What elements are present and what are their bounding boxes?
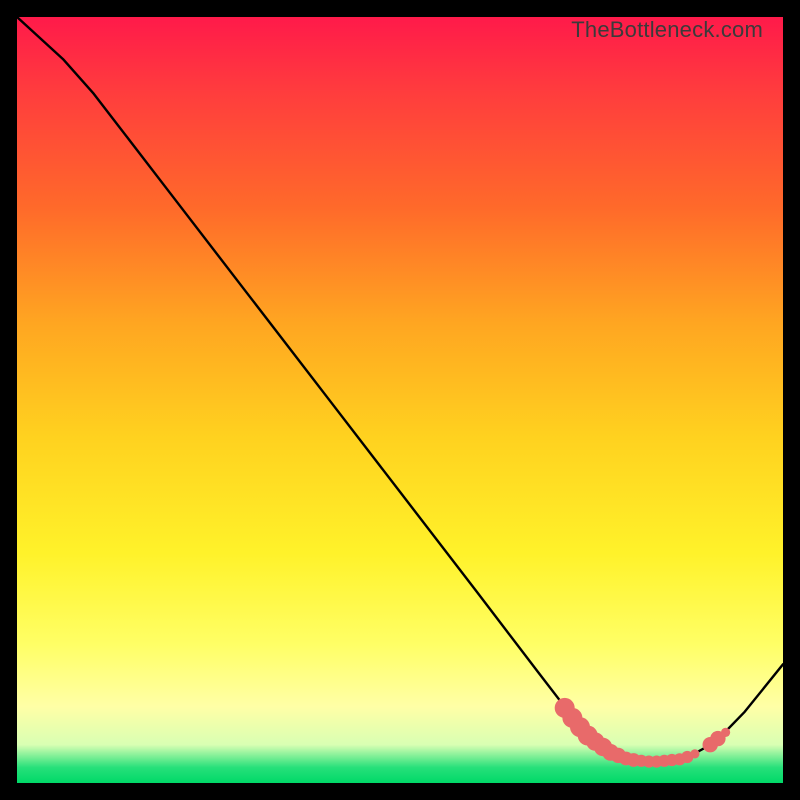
chart-frame: TheBottleneck.com [0, 0, 800, 800]
bottleneck-curve [17, 17, 783, 762]
valley-marker [721, 728, 730, 737]
plot-area: TheBottleneck.com [17, 17, 783, 783]
valley-marker [690, 749, 699, 758]
chart-overlay [17, 17, 783, 783]
valley-marker-group [555, 698, 731, 768]
